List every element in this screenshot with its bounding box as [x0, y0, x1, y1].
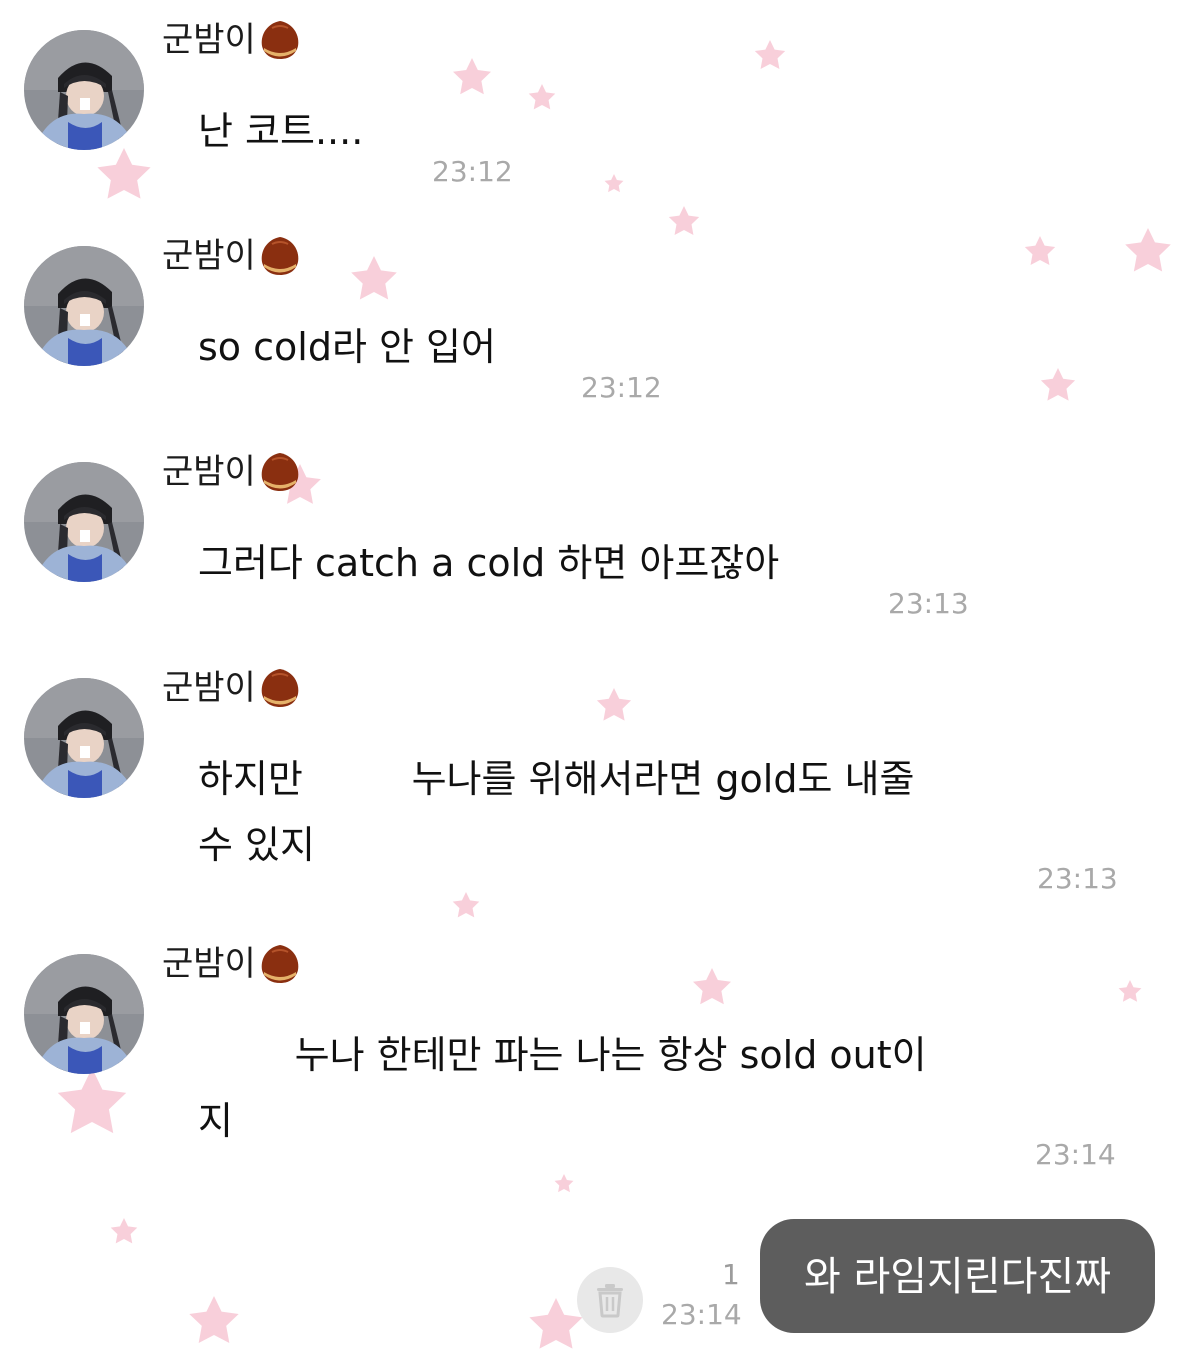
avatar-photo: [24, 462, 144, 582]
avatar[interactable]: [24, 954, 144, 1074]
delete-message-button[interactable]: [577, 1267, 643, 1333]
avatar[interactable]: [24, 678, 144, 798]
avatar-photo: [24, 678, 144, 798]
timestamp: 23:12: [581, 371, 662, 404]
avatar[interactable]: [24, 30, 144, 150]
timestamp: 23:14: [1035, 1138, 1116, 1171]
chestnut-icon: [261, 453, 299, 491]
timestamp: 23:13: [888, 587, 969, 620]
sent-message-text: 와 라임지린다진짜: [803, 1254, 1112, 1300]
avatar-photo: [24, 954, 144, 1074]
message-text: 그러다 catch a cold 하면 아프잖아: [198, 541, 780, 585]
chestnut-icon: [261, 237, 299, 275]
unread-count: 1: [722, 1258, 740, 1291]
avatar[interactable]: [24, 462, 144, 582]
sender-name: 군밤이: [162, 20, 256, 60]
sent-message-bubble[interactable]: 와 라임지린다진짜: [760, 1219, 1155, 1333]
timestamp: 23:12: [432, 155, 513, 188]
message-text: 난 코트....: [198, 109, 364, 153]
timestamp: 23:13: [1037, 862, 1118, 895]
sender: 군밤이: [162, 450, 302, 494]
sender: 군밤이: [162, 942, 302, 986]
avatar-photo: [24, 30, 144, 150]
timestamp: 23:14: [661, 1298, 742, 1331]
avatar-photo: [24, 246, 144, 366]
sender-name: 군밤이: [162, 668, 256, 708]
trash-icon: [597, 1284, 623, 1318]
sender: 군밤이: [162, 234, 302, 278]
chestnut-icon: [261, 945, 299, 983]
avatar[interactable]: [24, 246, 144, 366]
chestnut-icon: [261, 669, 299, 707]
message-text: so cold라 안 입어: [198, 325, 496, 369]
sender-name: 군밤이: [162, 236, 256, 276]
chestnut-icon: [261, 21, 299, 59]
sender: 군밤이: [162, 18, 302, 62]
sender-name: 군밤이: [162, 452, 256, 492]
message-text: 누나 한테만 파는 나는 항상 sold out이 지: [198, 1033, 927, 1143]
message-text: 하지만 누나를 위해서라면 gold도 내줄 수 있지: [198, 757, 915, 867]
sender-name: 군밤이: [162, 944, 256, 984]
sender: 군밤이: [162, 666, 302, 710]
